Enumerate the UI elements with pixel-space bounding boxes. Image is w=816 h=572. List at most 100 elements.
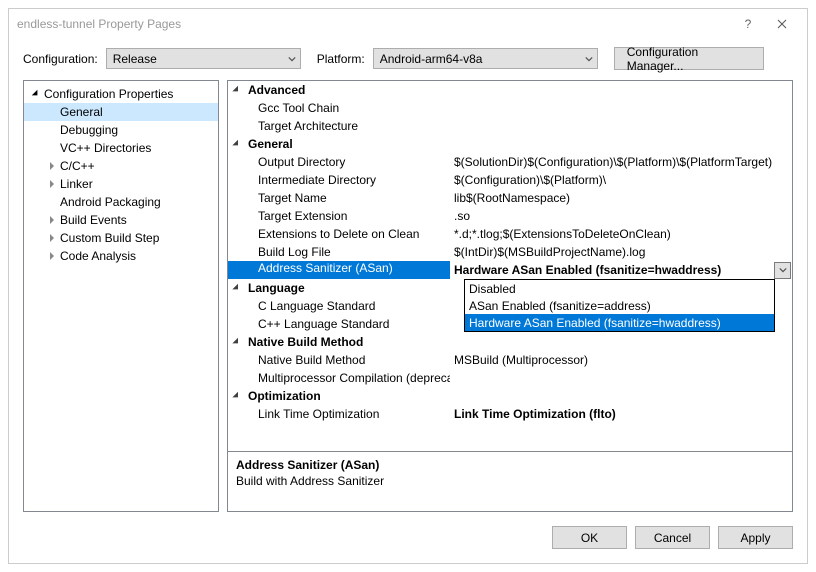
tree-item[interactable]: Code Analysis xyxy=(24,247,218,265)
tree-item-label: Debugging xyxy=(58,123,118,137)
tree-item-label: Android Packaging xyxy=(58,195,161,209)
collapse-icon[interactable] xyxy=(228,338,248,346)
category-header[interactable]: General xyxy=(228,135,792,153)
property-value[interactable]: $(IntDir)$(MSBuildProjectName).log xyxy=(450,245,792,259)
tree-item-label: Custom Build Step xyxy=(58,231,159,245)
configuration-manager-label: Configuration Manager... xyxy=(627,45,751,73)
property-row[interactable]: Intermediate Directory$(Configuration)\$… xyxy=(228,171,792,189)
configuration-label: Configuration: xyxy=(23,52,98,66)
property-grid[interactable]: Advanced Gcc Tool Chain Target Architectur… xyxy=(228,81,792,451)
dropdown-button[interactable] xyxy=(774,262,791,279)
property-value-text: Hardware ASan Enabled (fsanitize=hwaddre… xyxy=(454,263,774,277)
platform-combo[interactable]: Android-arm64-v8a xyxy=(373,48,598,69)
property-value[interactable]: .so xyxy=(450,209,792,223)
ok-label: OK xyxy=(581,531,598,545)
category-header[interactable]: Native Build Method xyxy=(228,333,792,351)
property-value[interactable]: $(Configuration)\$(Platform)\ xyxy=(450,173,792,187)
property-row[interactable]: Multiprocessor Compilation (deprecated) xyxy=(228,369,792,387)
property-name: Target Architecture xyxy=(228,119,450,133)
property-row[interactable]: Extensions to Delete on Clean*.d;*.tlog;… xyxy=(228,225,792,243)
collapse-icon[interactable] xyxy=(228,140,248,148)
property-name: Native Build Method xyxy=(228,353,450,367)
property-row[interactable]: Target Extension .so xyxy=(228,207,792,225)
property-row[interactable]: Output Directory $(SolutionDir)$(Configur… xyxy=(228,153,792,171)
chevron-down-icon xyxy=(288,52,296,66)
configuration-value: Release xyxy=(113,52,157,66)
property-row[interactable]: Link Time OptimizationLink Time Optimiza… xyxy=(228,405,792,423)
button-row: OK Cancel Apply xyxy=(9,512,807,563)
tree-item[interactable]: VC++ Directories xyxy=(24,139,218,157)
help-icon[interactable]: ? xyxy=(731,12,765,36)
property-value[interactable]: *.d;*.tlog;$(ExtensionsToDeleteOnClean) xyxy=(450,227,792,241)
property-row[interactable]: Native Build MethodMSBuild (Multiprocess… xyxy=(228,351,792,369)
expand-icon[interactable] xyxy=(46,252,58,260)
tree-item-label: C/C++ xyxy=(58,159,95,173)
configuration-combo[interactable]: Release xyxy=(106,48,301,69)
tree-item[interactable]: General xyxy=(24,103,218,121)
property-name: Gcc Tool Chain xyxy=(228,101,450,115)
description-title: Address Sanitizer (ASan) xyxy=(236,458,784,472)
collapse-icon[interactable] xyxy=(228,284,248,292)
property-name: Target Extension xyxy=(228,209,450,223)
tree-item[interactable]: Build Events xyxy=(24,211,218,229)
platform-value: Android-arm64-v8a xyxy=(380,52,483,66)
property-value[interactable]: MSBuild (Multiprocessor) xyxy=(450,353,792,367)
tree-item-label: General xyxy=(58,105,103,119)
tree-item[interactable]: Debugging xyxy=(24,121,218,139)
expand-icon[interactable] xyxy=(46,216,58,224)
property-value[interactable]: $(SolutionDir)$(Configuration)\$(Platfor… xyxy=(450,155,792,169)
property-row[interactable]: Build Log File$(IntDir)$(MSBuildProjectN… xyxy=(228,243,792,261)
config-platform-row: Configuration: Release Platform: Android… xyxy=(9,39,807,80)
property-value-text: Link Time Optimization (flto) xyxy=(454,407,616,421)
tree-item-label: Linker xyxy=(58,177,93,191)
property-value-text: $(SolutionDir)$(Configuration)\$(Platfor… xyxy=(454,155,772,169)
property-name: Address Sanitizer (ASan) xyxy=(228,261,450,279)
tree-item-label: Build Events xyxy=(58,213,127,227)
collapse-icon[interactable] xyxy=(30,90,42,98)
property-name: Output Directory xyxy=(228,155,450,169)
platform-label: Platform: xyxy=(317,52,365,66)
tree-root[interactable]: Configuration Properties xyxy=(24,85,218,103)
tree-item[interactable]: Android Packaging xyxy=(24,193,218,211)
tree-root-label: Configuration Properties xyxy=(42,87,173,101)
category-label: Advanced xyxy=(248,83,305,97)
ok-button[interactable]: OK xyxy=(552,526,627,549)
property-name: Multiprocessor Compilation (deprecated) xyxy=(228,371,450,385)
tree-pane[interactable]: Configuration Properties General Debuggin… xyxy=(23,80,219,512)
expand-icon[interactable] xyxy=(46,180,58,188)
tree-item[interactable]: Custom Build Step xyxy=(24,229,218,247)
property-value[interactable]: Hardware ASan Enabled (fsanitize=hwaddre… xyxy=(450,261,792,279)
tree-item[interactable]: Linker xyxy=(24,175,218,193)
property-value-text: .so xyxy=(454,209,470,223)
category-label: Optimization xyxy=(248,389,321,403)
category-header[interactable]: Optimization xyxy=(228,387,792,405)
cancel-button[interactable]: Cancel xyxy=(635,526,710,549)
category-label: Language xyxy=(248,281,305,295)
asan-dropdown[interactable]: DisabledASan Enabled (fsanitize=address)… xyxy=(464,279,775,332)
category-header[interactable]: Advanced xyxy=(228,81,792,99)
property-value[interactable]: Link Time Optimization (flto) xyxy=(450,407,792,421)
collapse-icon[interactable] xyxy=(228,86,248,94)
close-icon[interactable] xyxy=(765,12,799,36)
category-label: Native Build Method xyxy=(248,335,363,349)
property-name: C Language Standard xyxy=(228,299,450,313)
property-row[interactable]: Address Sanitizer (ASan) Hardware ASan En… xyxy=(228,261,792,279)
apply-label: Apply xyxy=(740,531,770,545)
tree-item[interactable]: C/C++ xyxy=(24,157,218,175)
expand-icon[interactable] xyxy=(46,234,58,242)
property-row[interactable]: Target Architecture xyxy=(228,117,792,135)
dropdown-option[interactable]: Hardware ASan Enabled (fsanitize=hwaddre… xyxy=(465,314,774,331)
dropdown-option[interactable]: ASan Enabled (fsanitize=address) xyxy=(465,297,774,314)
expand-icon[interactable] xyxy=(46,162,58,170)
property-value[interactable]: lib$(RootNamespace) xyxy=(450,191,792,205)
main-area: Configuration Properties General Debuggin… xyxy=(9,80,807,512)
apply-button[interactable]: Apply xyxy=(718,526,793,549)
tree-item-label: VC++ Directories xyxy=(58,141,151,155)
property-row[interactable]: Gcc Tool Chain xyxy=(228,99,792,117)
property-pane: Advanced Gcc Tool Chain Target Architectur… xyxy=(227,80,793,512)
dropdown-option[interactable]: Disabled xyxy=(465,280,774,297)
collapse-icon[interactable] xyxy=(228,392,248,400)
property-value-text: $(IntDir)$(MSBuildProjectName).log xyxy=(454,245,645,259)
configuration-manager-button[interactable]: Configuration Manager... xyxy=(614,47,764,70)
property-row[interactable]: Target Namelib$(RootNamespace) xyxy=(228,189,792,207)
